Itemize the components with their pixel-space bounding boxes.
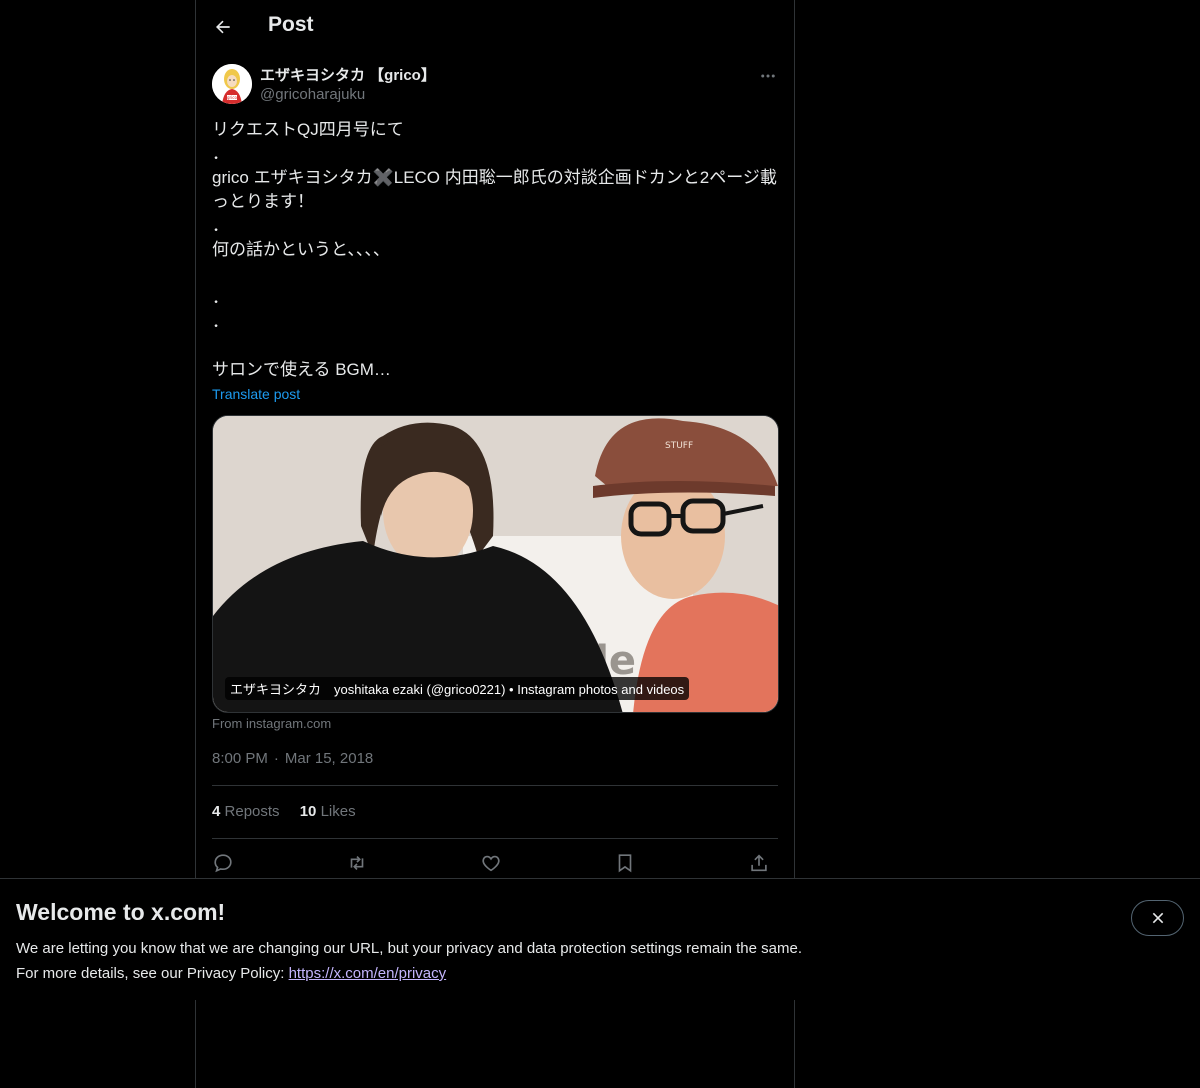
likes-count: 10	[299, 803, 317, 820]
author-name[interactable]: エザキヨシタカ 【grico】	[260, 64, 436, 85]
post-line: ．	[212, 288, 229, 307]
repost-icon	[350, 855, 364, 871]
post-stats: 4 Reposts 10 Likes	[212, 803, 372, 820]
post-date: Mar 15, 2018	[284, 750, 374, 767]
bookmark-button[interactable]	[612, 850, 638, 876]
banner-line-2: For more details, see our Privacy Policy…	[16, 961, 802, 986]
top-bar: Post	[196, 0, 794, 54]
banner-line-1: We are letting you know that we are chan…	[16, 940, 802, 957]
page-title: Post	[268, 13, 314, 36]
post-line: ．	[212, 312, 229, 331]
translate-post-link[interactable]: Translate post	[212, 386, 300, 402]
post-time: 8:00 PM	[212, 750, 268, 767]
avatar[interactable]: grico	[212, 64, 252, 104]
timestamp-separator: ·	[273, 750, 279, 767]
close-icon	[1152, 912, 1163, 924]
card-photo: nile STUFF	[213, 416, 778, 712]
link-card[interactable]: nile STUFF エザキヨシタカ yoshitaka ezaki (@gri…	[212, 415, 779, 713]
post-line	[212, 334, 778, 358]
post-timestamp[interactable]: 8:00 PM · Mar 15, 2018	[212, 750, 373, 767]
reply-button[interactable]	[210, 850, 236, 876]
post-line: サロンで使える BGM…	[212, 360, 391, 379]
cap-text: STUFF	[665, 441, 693, 451]
author-handle[interactable]: @gricoharajuku	[260, 86, 365, 103]
avatar-text: grico	[227, 95, 237, 100]
like-button[interactable]	[478, 850, 504, 876]
bookmark-icon	[618, 854, 632, 873]
post-line: っとります！	[212, 192, 314, 211]
post-line: ．	[212, 216, 229, 235]
share-button[interactable]	[746, 850, 772, 876]
arrow-left-icon	[216, 20, 230, 34]
banner-text: We are letting you know that we are chan…	[16, 936, 802, 986]
likes-label: Likes	[320, 803, 356, 820]
post-text: リクエストQJ四月号にて ． grico エザキヨシタカ✖️LECO 内田聡一郎…	[212, 118, 778, 382]
like-icon	[482, 855, 500, 872]
repost-button[interactable]	[344, 850, 370, 876]
share-icon	[751, 854, 767, 872]
post-line	[212, 262, 778, 286]
post-line: リクエストQJ四月号にて	[212, 120, 404, 139]
welcome-banner: Welcome to x.com! We are letting you kno…	[0, 878, 1200, 1000]
action-bar	[212, 850, 778, 876]
divider	[212, 838, 778, 839]
reposts-label: Reposts	[224, 803, 280, 820]
banner-line-2-text: For more details, see our Privacy Policy…	[16, 965, 289, 982]
likes-stat[interactable]: 10 Likes	[300, 803, 356, 820]
card-caption: エザキヨシタカ yoshitaka ezaki (@grico0221) • I…	[225, 677, 690, 700]
card-source[interactable]: From instagram.com	[212, 716, 331, 731]
more-options-button[interactable]	[756, 64, 780, 88]
reply-icon	[214, 854, 232, 873]
more-icon	[761, 74, 775, 78]
close-banner-button[interactable]	[1131, 900, 1184, 936]
post-line: 何の話かというと、、、、	[212, 240, 390, 259]
divider	[212, 785, 778, 786]
reposts-stat[interactable]: 4 Reposts	[212, 803, 280, 820]
post-line: ．	[212, 144, 229, 163]
privacy-policy-link[interactable]: https://x.com/en/privacy	[289, 965, 447, 982]
post-line: grico エザキヨシタカ✖️LECO 内田聡一郎氏の対談企画ドカンと2ページ載	[212, 168, 777, 187]
back-button[interactable]	[206, 10, 240, 44]
banner-title: Welcome to x.com!	[16, 899, 226, 925]
avatar-illustration-icon: grico	[212, 64, 252, 104]
reposts-count: 4	[212, 803, 221, 820]
